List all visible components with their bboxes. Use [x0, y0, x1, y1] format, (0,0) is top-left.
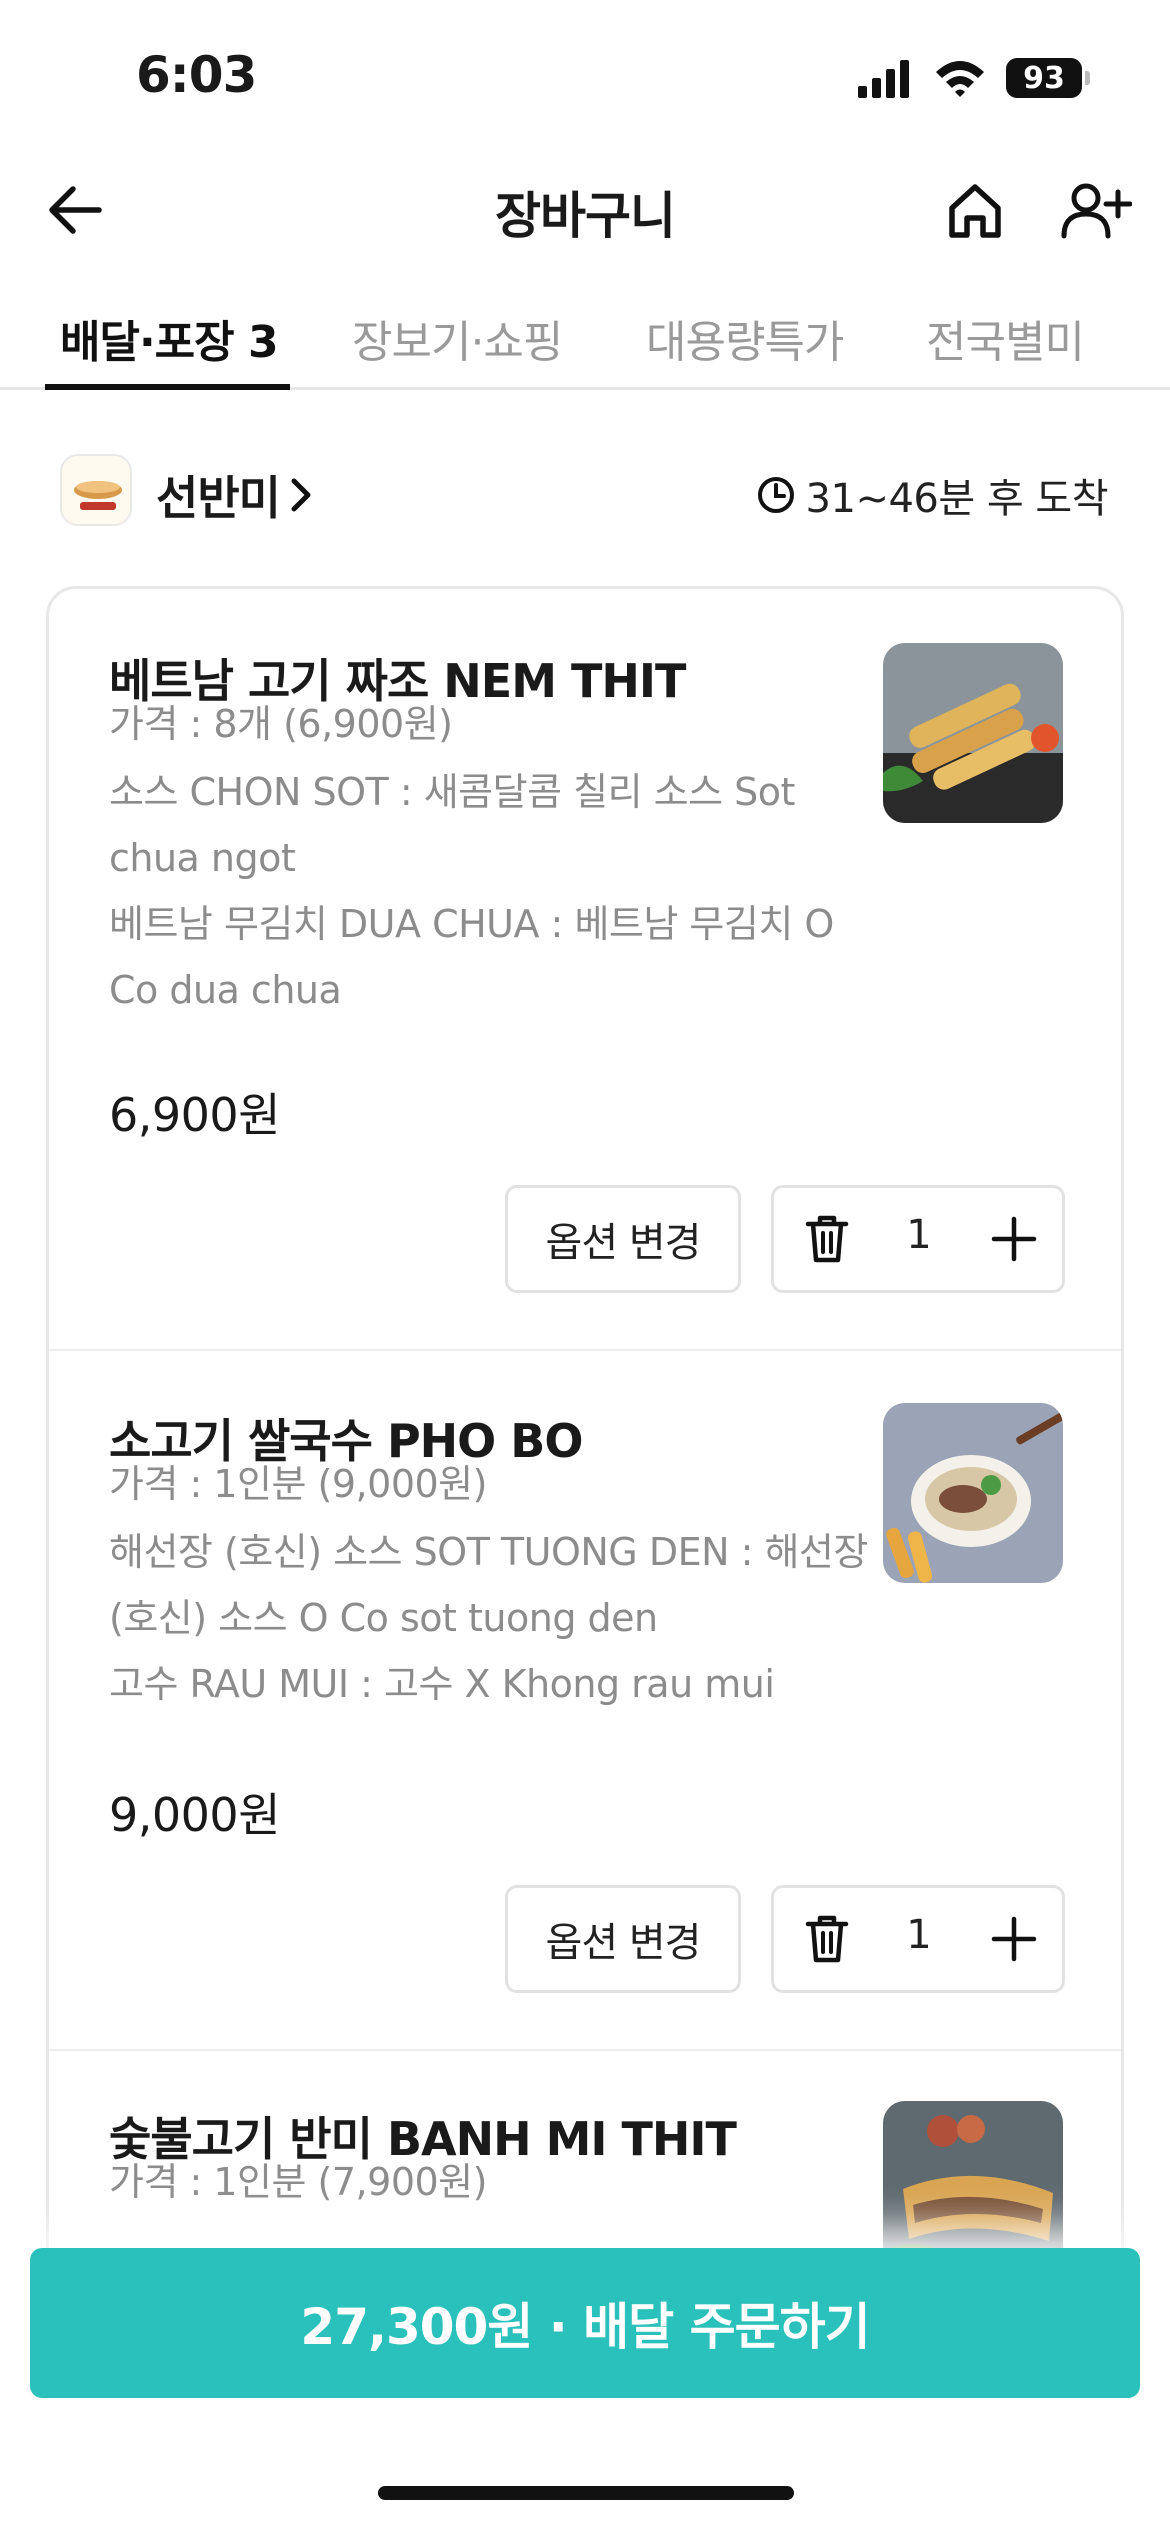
category-tabs: 배달·포장 3 장보기·쇼핑 대용량특가 전국별미 [0, 270, 1170, 390]
status-icons: 93 [856, 56, 1090, 100]
quantity-value: 1 [906, 1212, 932, 1258]
item-option-line: 해선장 (호신) 소스 SOT TUONG DEN : 해선장 (호신) 소스 … [109, 1530, 868, 1640]
battery-level: 93 [1006, 58, 1082, 98]
invite-button[interactable] [1056, 174, 1136, 248]
item-price: 9,000원 [109, 1788, 281, 1842]
store-logo [60, 454, 132, 526]
change-options-button[interactable]: 옵션 변경 [505, 1185, 741, 1293]
item-option-line: 가격 : 1인분 (9,000원) [109, 1462, 487, 1506]
back-button[interactable] [40, 178, 110, 242]
quantity-stepper: 1 [771, 1185, 1065, 1293]
add-user-icon [1061, 183, 1132, 239]
clock-icon [757, 477, 794, 513]
bottom-safe-area [0, 2398, 1170, 2532]
item-image-pho-bowl [883, 1403, 1063, 1583]
plus-icon [991, 1216, 1037, 1262]
item-option-line: 소스 CHON SOT : 새콤달콤 칠리 소스 Sot chua ngot [109, 770, 795, 880]
cellular-signal-icon [858, 60, 909, 98]
place-order-button[interactable]: 27,300원 · 배달 주문하기 [30, 2248, 1140, 2398]
item-divider [49, 2049, 1121, 2051]
trash-icon [805, 1215, 849, 1263]
delete-item-button[interactable] [790, 1202, 864, 1276]
home-icon [949, 184, 1001, 238]
store-name: 선반미 [156, 471, 281, 525]
cart-screen: 6:03 93 장바구니 배달·포장 3 장보기·쇼핑 대용량특가 전국별미 선… [0, 0, 1170, 2532]
home-button[interactable] [938, 174, 1012, 248]
item-price: 6,900원 [109, 1088, 281, 1142]
quantity-stepper: 1 [771, 1885, 1065, 1993]
wifi-icon [936, 61, 984, 97]
cart-item-list: 베트남 고기 짜조 NEM THIT 가격 : 8개 (6,900원) 소스 C… [46, 586, 1124, 2286]
trash-icon [805, 1915, 849, 1963]
store-link[interactable]: 선반미 [156, 462, 314, 528]
delete-item-button[interactable] [790, 1902, 864, 1976]
item-option-line: 고수 RAU MUI : 고수 X Khong rau mui [109, 1662, 775, 1706]
change-options-button[interactable]: 옵션 변경 [505, 1885, 741, 1993]
status-time: 6:03 [136, 46, 257, 104]
plus-icon [991, 1916, 1037, 1962]
increase-quantity-button[interactable] [974, 1202, 1054, 1276]
home-indicator [378, 2486, 794, 2500]
item-option-line: 가격 : 8개 (6,900원) [109, 702, 453, 746]
item-divider [49, 1349, 1121, 1351]
eta-text: 31~46분 후 도착 [805, 476, 1109, 522]
item-image-spring-rolls [883, 643, 1063, 823]
store-row: 선반미 31~46분 후 도착 [0, 440, 1170, 540]
tab-bulk-deals[interactable]: 대용량특가 [646, 306, 844, 390]
chevron-right-icon [291, 478, 311, 512]
status-bar: 6:03 93 [0, 0, 1170, 150]
tab-delivery[interactable]: 배달·포장 3 [60, 306, 279, 390]
nav-header: 장바구니 [0, 150, 1170, 270]
battery-icon: 93 [1006, 58, 1090, 98]
increase-quantity-button[interactable] [974, 1902, 1054, 1976]
back-arrow-icon [49, 186, 102, 234]
delivery-eta: 31~46분 후 도착 [756, 466, 1109, 524]
tab-regional[interactable]: 전국별미 [926, 306, 1085, 390]
tab-grocery[interactable]: 장보기·쇼핑 [352, 306, 563, 390]
item-option-line: 베트남 무김치 DUA CHUA : 베트남 무김치 O Co dua chua [109, 902, 834, 1012]
active-tab-indicator [45, 384, 290, 390]
item-option-line: 가격 : 1인분 (7,900원) [109, 2160, 487, 2204]
quantity-value: 1 [906, 1912, 932, 1958]
